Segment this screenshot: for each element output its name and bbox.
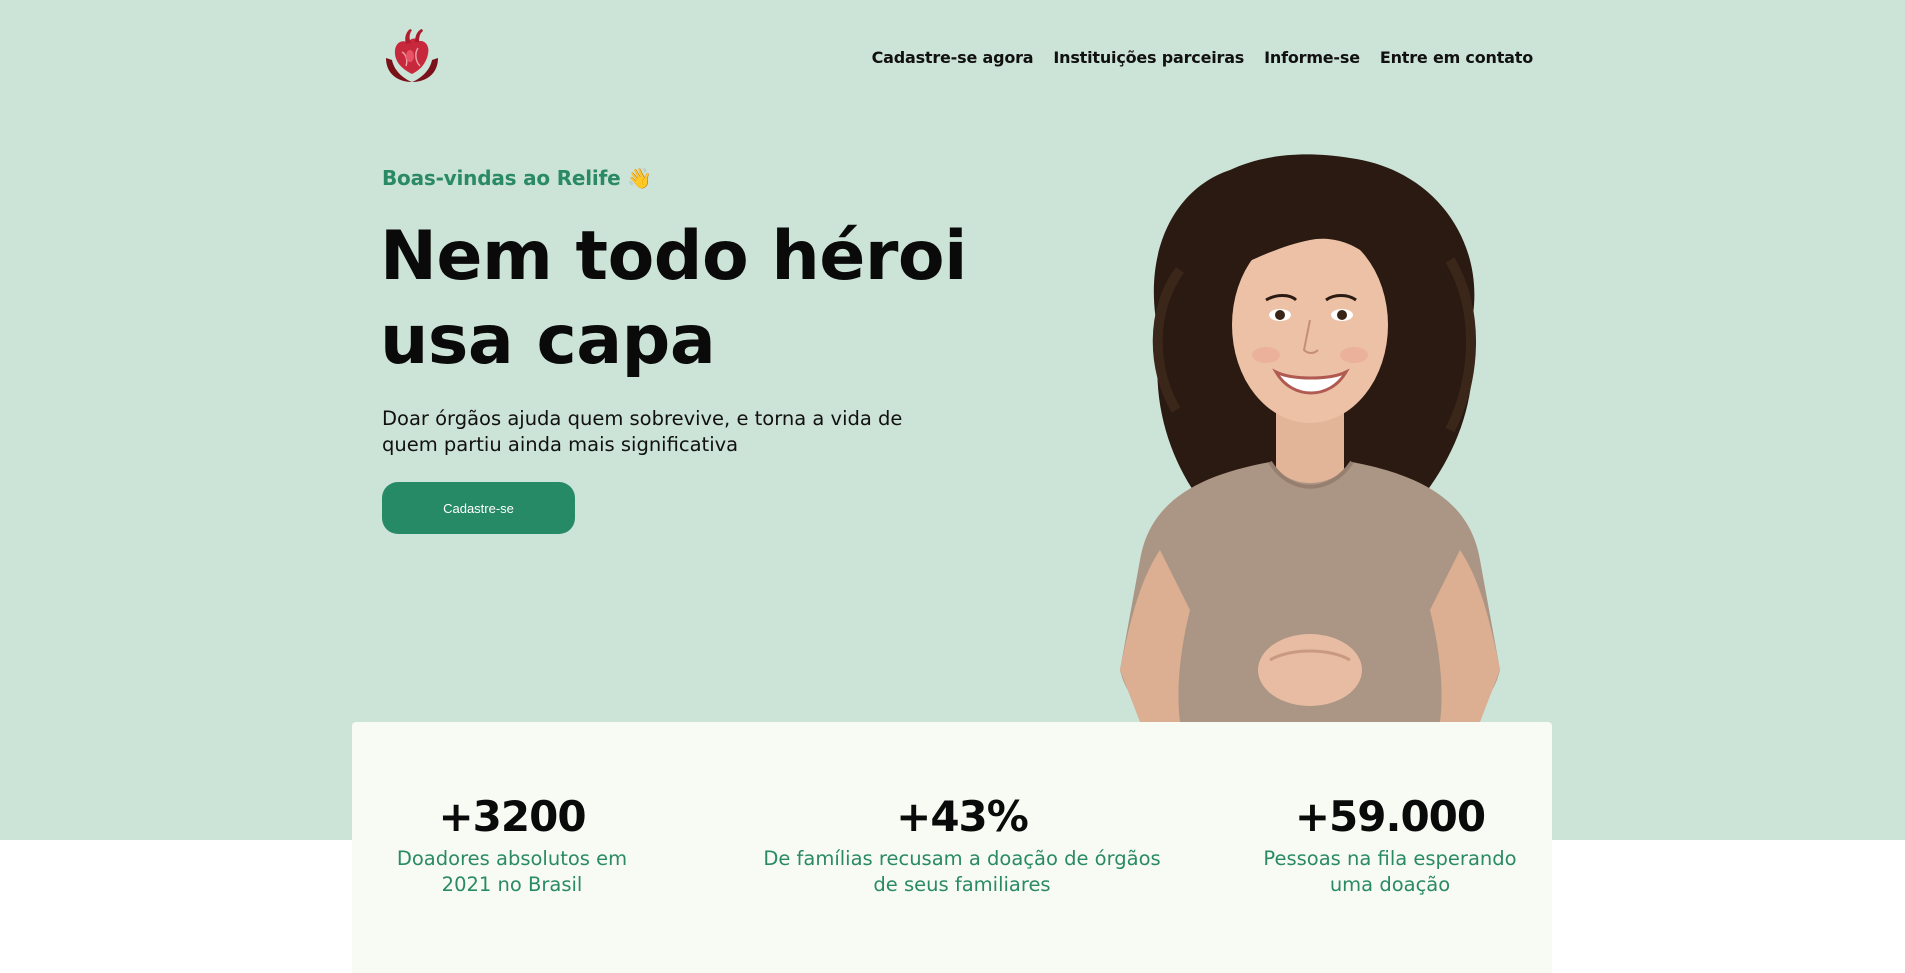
nav-link-instituicoes-parceiras[interactable]: Instituições parceiras (1053, 48, 1244, 67)
stat-label: Doadores absolutos em 2021 no Brasil (396, 847, 628, 896)
stat-value: +43% (896, 792, 1029, 841)
nav-link-cadastre-se-agora[interactable]: Cadastre-se agora (872, 48, 1034, 67)
hero-eyebrow: Boas-vindas ao Relife 👋 (382, 166, 652, 190)
heart-in-hands-icon (386, 29, 438, 82)
stat-waiting-list: +59.000 Pessoas na fila esperando uma do… (1260, 792, 1520, 898)
stat-label: De famílias recusam a doação de órgãos d… (763, 847, 1161, 896)
main-nav: Cadastre-se agora Instituições parceiras… (872, 48, 1534, 67)
cadastre-se-button[interactable]: Cadastre-se (382, 482, 575, 534)
hero-photo (1080, 150, 1540, 722)
nav-link-entre-em-contato[interactable]: Entre em contato (1380, 48, 1533, 67)
stat-value: +59.000 (1294, 792, 1486, 841)
nav-link-informe-se[interactable]: Informe-se (1264, 48, 1360, 67)
stat-donors: +3200 Doadores absolutos em 2021 no Bras… (382, 792, 642, 898)
stat-label: Pessoas na fila esperando uma doação (1263, 847, 1517, 896)
stat-value: +3200 (438, 792, 586, 841)
page: Cadastre-se agora Instituições parceiras… (0, 0, 1905, 973)
smiling-woman-photo (1120, 154, 1500, 722)
stats-card: +3200 Doadores absolutos em 2021 no Bras… (352, 722, 1552, 973)
hero-subtext: Doar órgãos ajuda quem sobrevive, e torn… (382, 407, 903, 456)
stat-family-refusal: +43% De famílias recusam a doação de órg… (752, 792, 1172, 898)
hero-headline: Nem todo héroi usa capa (380, 217, 967, 380)
logo[interactable] (382, 24, 442, 84)
